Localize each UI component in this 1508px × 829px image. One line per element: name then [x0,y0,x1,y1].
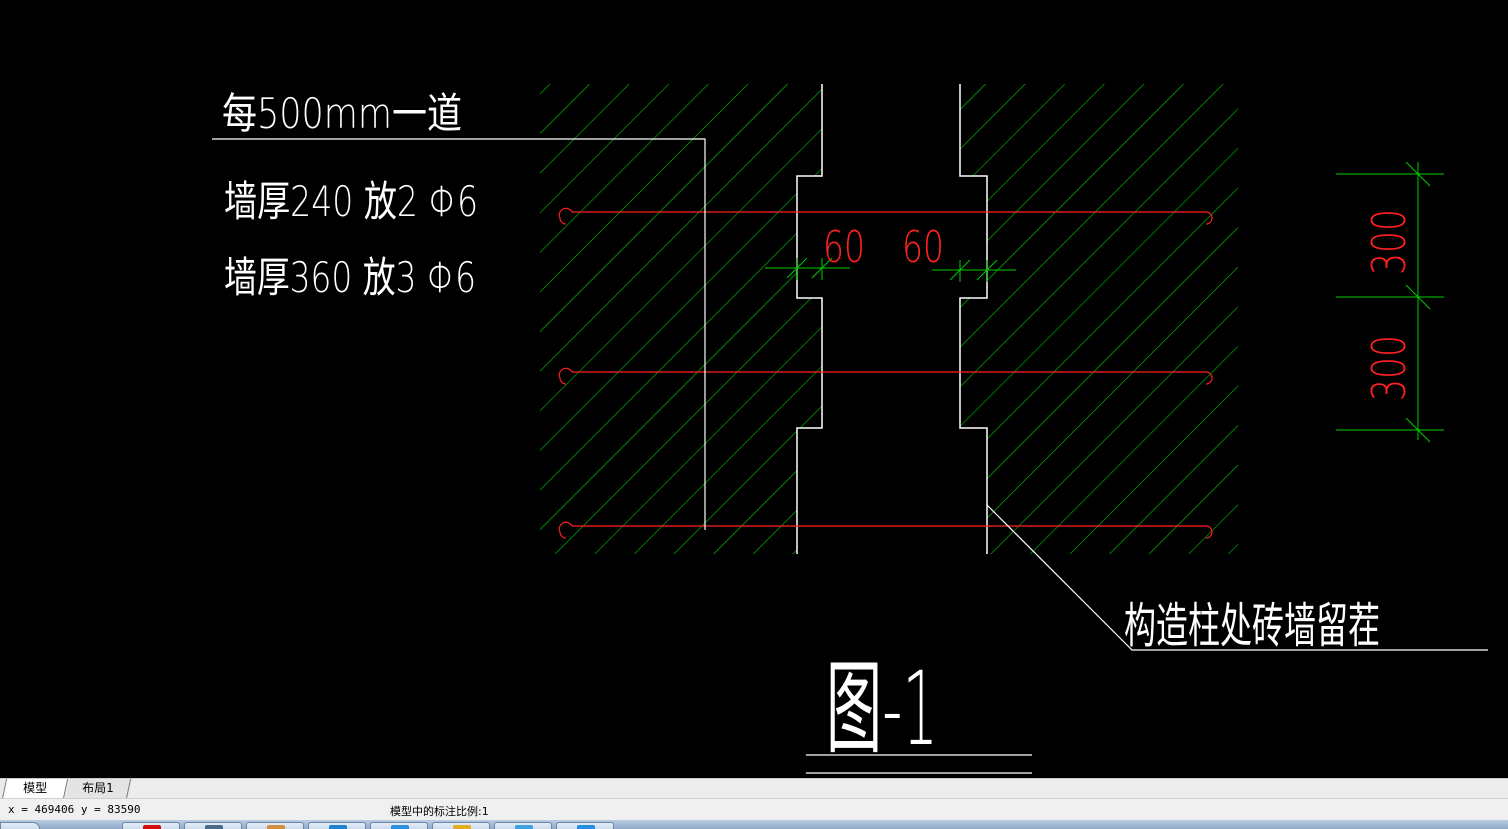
taskbar-app-2[interactable] [184,822,242,829]
right-wall-hatch [960,84,1238,554]
dim-left-60: 60 [823,222,865,273]
start-button[interactable] [0,822,40,829]
app-icon [391,825,409,829]
app-icon [267,825,285,829]
tab-model-label: 模型 [23,781,48,795]
callout-label: 构造柱处砖墙留茬 [1124,598,1380,654]
tab-layout1[interactable]: 布局1 [65,779,132,799]
note-line3: 墙厚360 放3 Φ6 [224,253,476,302]
note-line1: 每500mm一道 [222,89,462,138]
layout-tab-bar: 模型 布局1 [0,778,1508,799]
dim-right-60: 60 [902,222,944,273]
dim-bottom-300: 300 [1362,335,1416,401]
dim-top-300: 300 [1362,209,1416,275]
app-icon [515,825,533,829]
tab-model[interactable]: 模型 [1,779,69,799]
app-icon [329,825,347,829]
status-bar: x = 469406 y = 83590 模型中的标注比例:1 [0,798,1508,820]
taskbar-app-8[interactable] [556,822,614,829]
taskbar-app-7[interactable] [494,822,552,829]
taskbar-app-6[interactable] [432,822,490,829]
app-icon [143,825,161,829]
taskbar-app-5[interactable] [370,822,428,829]
cursor-coordinates: x = 469406 y = 83590 [8,803,141,816]
figure-title: 图-1 [826,650,938,769]
dim-60-marks [765,257,1016,282]
drawing-canvas[interactable]: 每500mm一道 墙厚240 放2 Φ6 墙厚360 放3 Φ6 60 60 3… [0,0,1508,778]
app-icon [453,825,471,829]
app-icon [205,825,223,829]
taskbar-app-4[interactable] [308,822,366,829]
annotation-scale: 模型中的标注比例:1 [390,805,489,818]
taskbar-app-1[interactable] [122,822,180,829]
app-icon [577,825,595,829]
note-line2: 墙厚240 放2 Φ6 [224,177,478,226]
tab-layout1-label: 布局1 [82,781,114,795]
left-wall-hatch [540,84,822,554]
taskbar [0,820,1508,829]
taskbar-app-3[interactable] [246,822,304,829]
